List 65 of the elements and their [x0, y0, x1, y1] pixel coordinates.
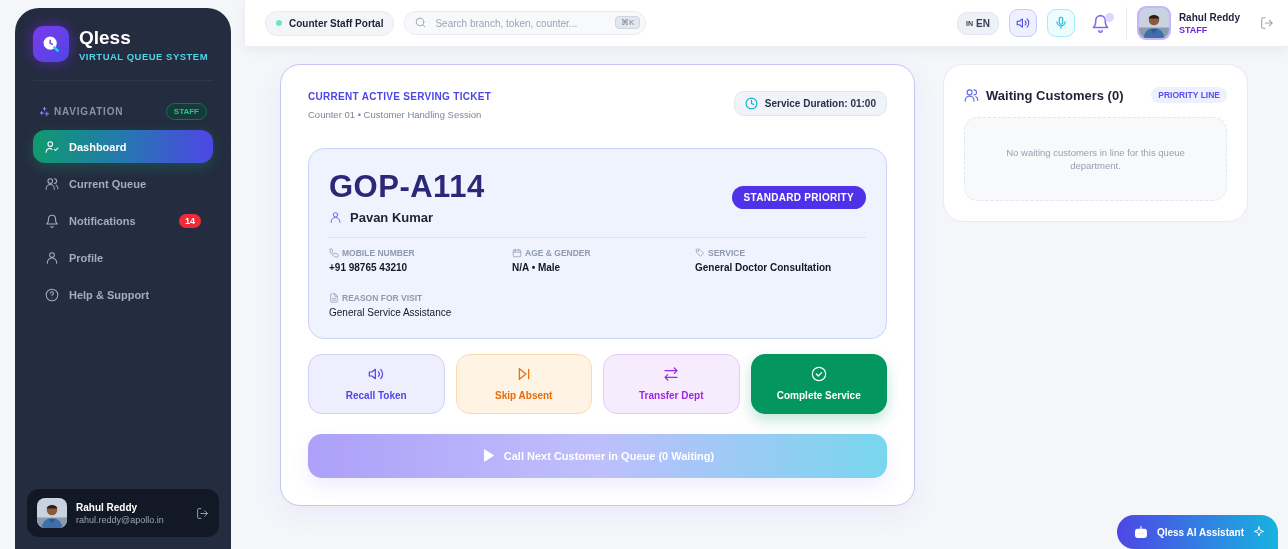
action-button[interactable]: Skip Absent	[455, 353, 592, 414]
logout-icon	[1260, 16, 1274, 30]
nav-item[interactable]: Profile	[33, 241, 213, 274]
microphone-button[interactable]	[1046, 9, 1075, 37]
bell-icon	[1090, 13, 1110, 33]
nav-item[interactable]: Current Queue	[33, 167, 213, 200]
search-icon	[414, 16, 428, 29]
clock-icon	[744, 97, 758, 110]
user-role: STAFF	[1178, 24, 1209, 35]
action-button[interactable]: Recall Token	[308, 353, 445, 414]
field-value: N/A • Male	[512, 261, 562, 273]
card-subtitle: Counter 01 • Customer Handling Session	[308, 109, 483, 120]
document-icon	[329, 292, 339, 303]
field-value: General Doctor Consultation	[695, 261, 833, 273]
priority-badge: STANDARD PRIORITY	[731, 186, 866, 209]
sparkles-icon	[1252, 525, 1266, 539]
nav-item[interactable]: Dashboard	[33, 130, 213, 163]
help-icon	[45, 287, 59, 302]
user-icon	[45, 250, 59, 265]
users-icon	[964, 87, 979, 103]
nav-item[interactable]: Help & Support	[33, 278, 213, 311]
brand-tagline: VIRTUAL QUEUE SYSTEM	[79, 50, 209, 62]
field-label: AGE & GENDER	[525, 247, 591, 258]
calendar-icon	[512, 247, 522, 258]
field-label: MOBILE NUMBER	[342, 247, 415, 258]
user-check-icon	[45, 139, 59, 154]
sound-button[interactable]	[1008, 9, 1037, 37]
count-badge: 14	[179, 213, 201, 228]
speaker-icon	[1015, 16, 1030, 30]
phone-icon	[329, 247, 339, 258]
field-label: REASON FOR VISIT	[342, 292, 423, 303]
tag-icon	[695, 247, 705, 258]
sparkles-icon	[39, 106, 50, 117]
empty-state: No waiting customers in line for this queue department.	[964, 117, 1227, 201]
card-title: Waiting Customers (0)	[986, 87, 1124, 103]
brand-name: Qless	[79, 26, 132, 49]
user-icon	[329, 210, 342, 224]
ai-assistant-button[interactable]: Qless AI Assistant	[1116, 515, 1278, 549]
robot-icon	[1132, 524, 1149, 540]
users-icon	[45, 176, 59, 191]
customer-name: Pavan Kumar	[350, 209, 434, 225]
role-badge: STAFF	[165, 103, 207, 120]
swap-arrows-icon	[663, 366, 680, 383]
field-value: +91 98765 43210	[329, 261, 409, 273]
microphone-icon	[1053, 16, 1068, 30]
field-value: General Service Assistance	[329, 306, 453, 318]
bell-icon	[45, 213, 59, 228]
status-dot	[276, 20, 282, 26]
logout-icon	[196, 506, 209, 520]
user-email: rahul.reddy@apollo.in	[76, 514, 165, 525]
action-button[interactable]: Transfer Dept	[603, 353, 740, 414]
logout-button[interactable]	[196, 506, 209, 520]
token-number: GOP-A114	[329, 171, 485, 204]
priority-line-badge: PRIORITY LINE	[1151, 87, 1227, 103]
user-name: Rahul Reddy	[1178, 11, 1240, 23]
shortcut-key: ⌘K	[615, 16, 641, 29]
check-circle-icon	[810, 366, 827, 383]
duration-text: Service Duration: 01:00	[764, 98, 876, 109]
action-button[interactable]: Complete Service	[750, 353, 887, 414]
portal-label: Counter Staff Portal	[289, 17, 384, 29]
user-name: Rahul Reddy	[76, 501, 139, 513]
nav-item[interactable]: Notifications 14	[33, 204, 213, 237]
field-label: SERVICE	[708, 247, 746, 258]
section-label: NAVIGATION	[54, 106, 124, 117]
card-eyebrow: CURRENT ACTIVE SERVING TICKET	[308, 91, 492, 102]
